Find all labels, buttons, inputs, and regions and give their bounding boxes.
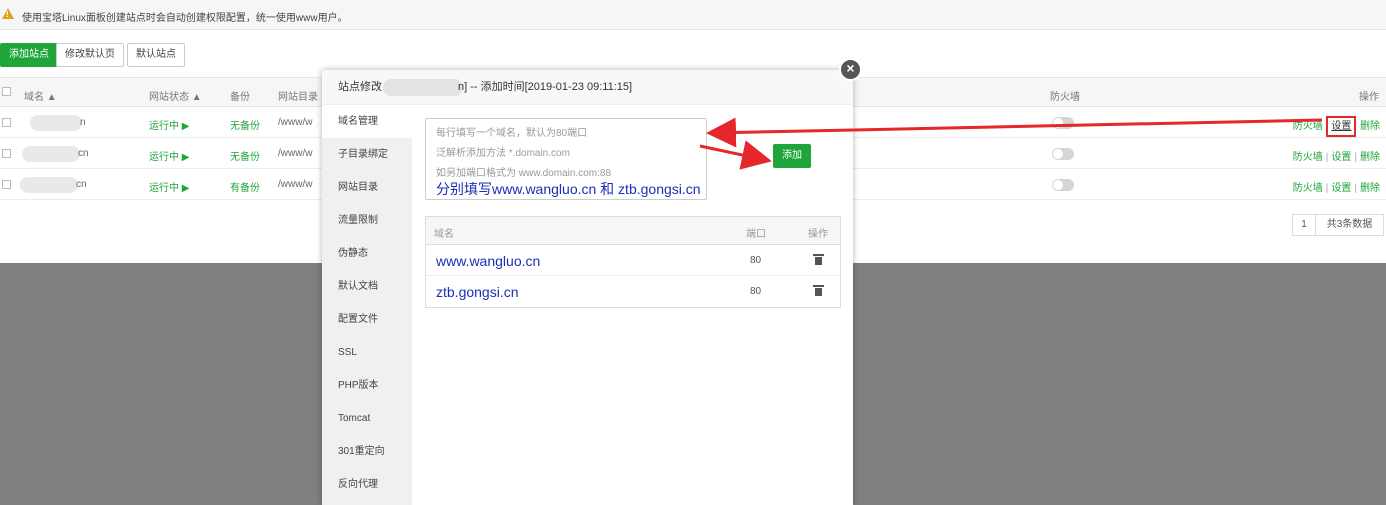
arrow-to-textarea xyxy=(706,117,1323,148)
arrow-to-add-button xyxy=(699,140,772,170)
annotation-arrows xyxy=(699,117,1323,170)
